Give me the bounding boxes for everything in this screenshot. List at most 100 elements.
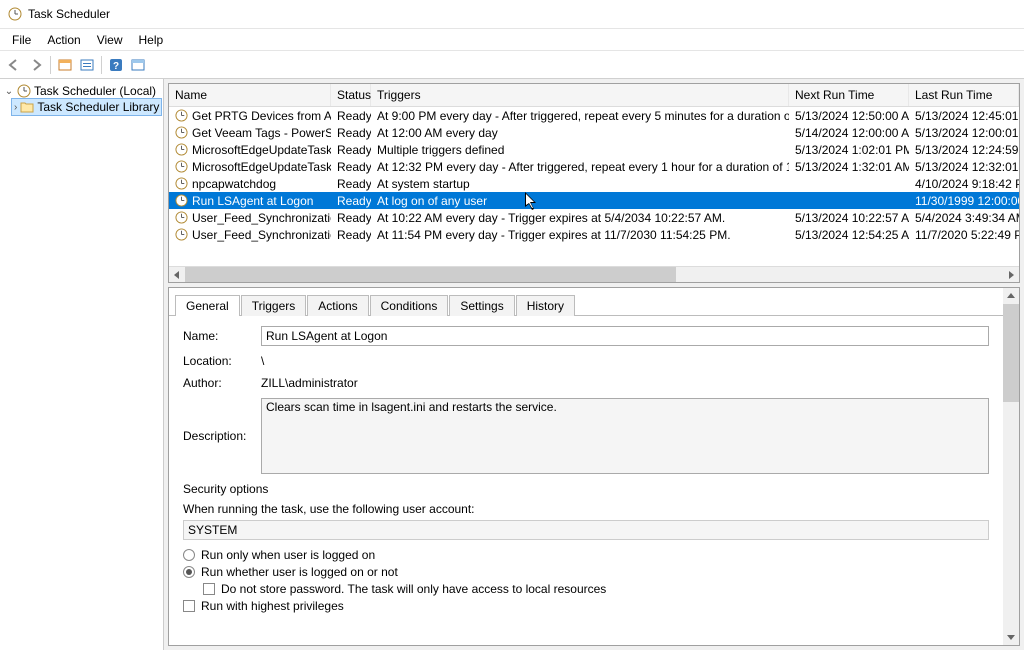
refresh-icon[interactable] (128, 55, 148, 75)
checkbox-icon (183, 600, 195, 612)
expand-toggle-icon[interactable]: › (14, 102, 17, 113)
cell-status: Ready (331, 142, 371, 158)
tree-library[interactable]: › Task Scheduler Library (12, 99, 161, 115)
menu-bar: File Action View Help (0, 29, 1024, 51)
column-last-run[interactable]: Last Run Time (909, 84, 1019, 106)
cell-next-run: 5/13/2024 12:54:25 AM (789, 227, 909, 243)
help-icon[interactable]: ? (106, 55, 126, 75)
radio-icon (183, 566, 195, 578)
table-row[interactable]: MicrosoftEdgeUpdateTaskM...ReadyAt 12:32… (169, 158, 1019, 175)
table-row[interactable]: MicrosoftEdgeUpdateTaskM...ReadyMultiple… (169, 141, 1019, 158)
location-value: \ (261, 354, 264, 368)
scrollbar-track[interactable] (185, 267, 1003, 283)
table-row[interactable]: Run LSAgent at LogonReadyAt log on of an… (169, 192, 1019, 209)
cell-last-run: 5/4/2024 3:49:34 AM (909, 210, 1019, 226)
clock-icon (175, 109, 188, 122)
scrollbar-track[interactable] (1003, 304, 1019, 629)
scroll-right-icon[interactable] (1003, 267, 1019, 283)
navigation-tree[interactable]: ⌄ Task Scheduler (Local) › Task Schedule… (0, 79, 164, 650)
radio-run-logged-off[interactable]: Run whether user is logged on or not (183, 565, 989, 579)
cell-status: Ready (331, 227, 371, 243)
tab-general-page: Name: Run LSAgent at Logon Location: \ A… (169, 315, 1003, 645)
tab-general[interactable]: General (175, 295, 240, 316)
list-header: Name Status Triggers Next Run Time Last … (169, 84, 1019, 107)
list-body: Get PRTG Devices from API Ready At 9:00 PM… (169, 107, 1019, 243)
scroll-up-icon[interactable] (1003, 288, 1019, 304)
description-field[interactable]: Clears scan time in lsagent.ini and rest… (261, 398, 989, 474)
cell-triggers: At 10:22 AM every day - Trigger expires … (371, 210, 789, 226)
expand-toggle-icon[interactable]: ⌄ (4, 86, 14, 97)
cell-triggers: At 12:00 AM every day (371, 125, 789, 141)
cell-last-run: 11/30/1999 12:00:00 AM (909, 193, 1019, 209)
menu-action[interactable]: Action (39, 31, 88, 49)
name-field[interactable]: Run LSAgent at Logon (261, 326, 989, 346)
task-list[interactable]: Name Status Triggers Next Run Time Last … (168, 83, 1020, 283)
cell-status: Ready (331, 210, 371, 226)
column-triggers[interactable]: Triggers (371, 84, 789, 106)
checkbox-highest-privileges[interactable]: Run with highest privileges (183, 599, 989, 613)
cell-name: Get Veeam Tags - PowerShell (169, 125, 331, 141)
scroll-left-icon[interactable] (169, 267, 185, 283)
menu-help[interactable]: Help (131, 31, 172, 49)
menu-file[interactable]: File (4, 31, 39, 49)
tree-root-label: Task Scheduler (Local) (34, 84, 156, 98)
properties-icon[interactable] (77, 55, 97, 75)
cell-triggers: At 11:54 PM every day - Trigger expires … (371, 227, 789, 243)
column-status[interactable]: Status (331, 84, 371, 106)
tab-triggers[interactable]: Triggers (241, 295, 307, 316)
clock-icon (175, 194, 188, 207)
name-label: Name: (183, 329, 251, 343)
task-details: General Triggers Actions Conditions Sett… (168, 287, 1020, 646)
radio-icon (183, 549, 195, 561)
table-row[interactable]: User_Feed_Synchronization-(...ReadyAt 11… (169, 226, 1019, 243)
tree-root[interactable]: ⌄ Task Scheduler (Local) (2, 83, 161, 99)
tab-actions[interactable]: Actions (307, 295, 368, 316)
table-row[interactable]: User_Feed_Synchronization-(...ReadyAt 10… (169, 209, 1019, 226)
clock-icon (175, 143, 188, 156)
cell-name: User_Feed_Synchronization-(... (169, 210, 331, 226)
clock-icon (175, 228, 188, 241)
toolbar: ? (0, 51, 1024, 79)
vertical-scrollbar[interactable] (1003, 288, 1019, 645)
app-icon (8, 7, 22, 21)
radio-run-logged-on[interactable]: Run only when user is logged on (183, 548, 989, 562)
run-as-account: SYSTEM (183, 520, 989, 540)
column-name[interactable]: Name (169, 84, 331, 106)
description-label: Description: (183, 429, 251, 443)
scroll-down-icon[interactable] (1003, 629, 1019, 645)
tab-history[interactable]: History (516, 295, 575, 316)
cell-next-run: 5/13/2024 1:02:01 PM (789, 142, 909, 158)
main-pane: Name Status Triggers Next Run Time Last … (164, 79, 1024, 650)
cell-next-run: 5/14/2024 12:00:00 AM (789, 125, 909, 141)
run-as-label: When running the task, use the following… (183, 502, 989, 516)
checkbox-no-password[interactable]: Do not store password. The task will onl… (203, 582, 989, 596)
cell-last-run: 5/13/2024 12:45:01 AM (909, 108, 1019, 124)
horizontal-scrollbar[interactable] (169, 266, 1019, 282)
table-row[interactable]: Get PRTG Devices from APIReadyAt 9:00 PM… (169, 107, 1019, 124)
tab-settings[interactable]: Settings (449, 295, 514, 316)
action-pane-icon[interactable] (55, 55, 75, 75)
table-row[interactable]: npcapwatchdogReadyAt system startup4/10/… (169, 175, 1019, 192)
cell-triggers: At 9:00 PM every day - After triggered, … (371, 108, 789, 124)
window-title: Task Scheduler (28, 7, 110, 21)
cell-last-run: 4/10/2024 9:18:42 PM (909, 176, 1019, 192)
cell-name: Get PRTG Devices from API (169, 108, 331, 124)
tab-conditions[interactable]: Conditions (370, 295, 449, 316)
table-row[interactable]: Get Veeam Tags - PowerShellReadyAt 12:00… (169, 124, 1019, 141)
clock-icon (175, 126, 188, 139)
cell-name: MicrosoftEdgeUpdateTaskM... (169, 142, 331, 158)
forward-button[interactable] (26, 55, 46, 75)
clock-icon (175, 160, 188, 173)
scrollbar-thumb[interactable] (1003, 304, 1019, 402)
cell-last-run: 5/13/2024 12:32:01 AM (909, 159, 1019, 175)
scrollbar-thumb[interactable] (185, 267, 676, 283)
folder-icon (20, 100, 34, 114)
tree-library-label: Task Scheduler Library (37, 100, 159, 114)
back-button[interactable] (4, 55, 24, 75)
checkbox-icon (203, 583, 215, 595)
menu-view[interactable]: View (89, 31, 131, 49)
cell-last-run: 5/13/2024 12:00:01 AM (909, 125, 1019, 141)
cell-last-run: 11/7/2020 5:22:49 PM (909, 227, 1019, 243)
cell-triggers: At log on of any user (371, 193, 789, 209)
column-next-run[interactable]: Next Run Time (789, 84, 909, 106)
